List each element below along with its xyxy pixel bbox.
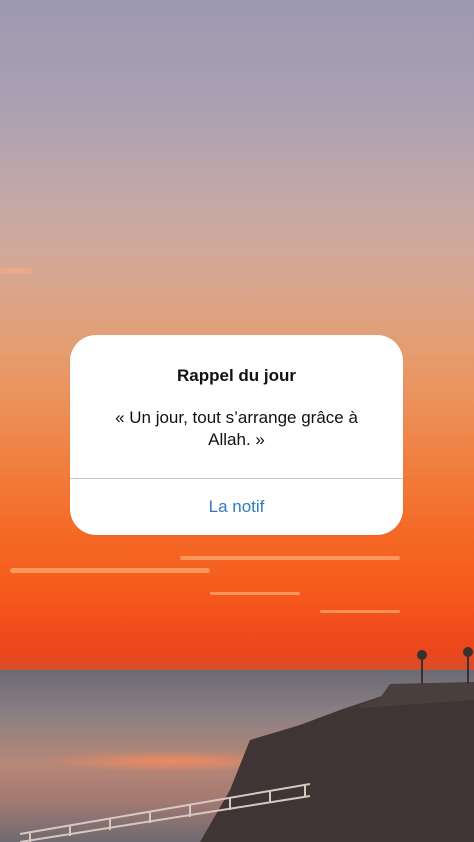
dialog-title: Rappel du jour: [177, 366, 296, 385]
daily-reminder-dialog: Rappel du jour « Un jour, tout s’arrange…: [70, 335, 403, 535]
la-notif-button[interactable]: La notif: [70, 479, 403, 535]
dialog-message: « Un jour, tout s’arrange grâce à Allah.…: [115, 408, 358, 449]
